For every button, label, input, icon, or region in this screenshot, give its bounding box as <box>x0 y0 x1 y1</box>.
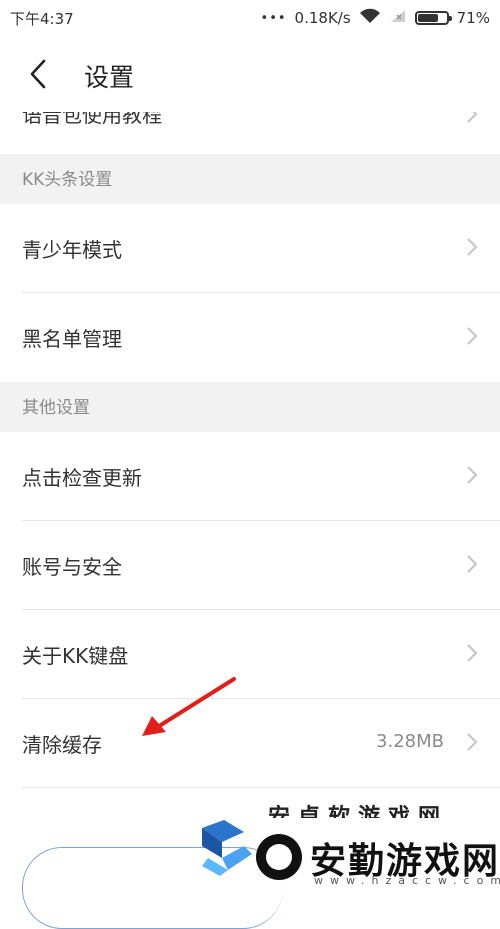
status-time: 下午4:37 <box>10 10 74 28</box>
chevron-right-icon <box>466 326 478 346</box>
watermark-top-text: 安卓软游戏网 <box>268 805 449 818</box>
chevron-right-icon <box>466 112 478 124</box>
list-item-blacklist[interactable]: 黑名单管理 <box>0 293 500 382</box>
chevron-right-icon <box>466 237 478 257</box>
more-dots-icon: ••• <box>260 10 287 26</box>
list-item-label: 语音包使用教程 <box>22 112 162 127</box>
cache-size-value: 3.28MB <box>376 731 444 752</box>
battery-icon <box>414 11 452 25</box>
section-header-kk-news: KK头条设置 <box>0 154 500 204</box>
chevron-right-icon <box>466 554 478 574</box>
title-bar: 设置 <box>0 36 500 112</box>
watermark-circle-icon <box>256 834 302 880</box>
list-item-label: 账号与安全 <box>22 555 122 579</box>
battery-fill <box>417 14 438 22</box>
list-item-check-update[interactable]: 点击检查更新 <box>0 432 500 521</box>
red-arrow-annotation <box>142 677 236 736</box>
watermark-url: www.hzaccw.com <box>314 874 500 887</box>
divider <box>22 787 500 788</box>
page-title: 设置 <box>84 63 135 92</box>
list-item-account-security[interactable]: 账号与安全 <box>0 521 500 610</box>
chevron-right-icon <box>466 732 478 752</box>
list-item-teen-mode[interactable]: 青少年模式 <box>0 204 500 293</box>
chevron-right-icon <box>466 465 478 485</box>
list-item-clear-cache[interactable]: 清除缓存 3.28MB <box>0 699 500 788</box>
wifi-icon <box>359 8 381 28</box>
back-arrow-icon[interactable] <box>22 56 58 92</box>
list-item-label: 关于KK键盘 <box>22 644 129 668</box>
signal-icon <box>389 9 407 27</box>
network-speed: 0.18K/s <box>294 9 351 27</box>
battery-percent: 71% <box>456 9 490 27</box>
section-header-other: 其他设置 <box>0 382 500 432</box>
status-right: ••• 0.18K/s 71% <box>261 8 490 28</box>
list-item-voice-tutorial[interactable]: 语音包使用教程 <box>0 112 500 154</box>
list-item-label: 黑名单管理 <box>22 327 122 351</box>
watermark-logo-icon <box>202 820 252 876</box>
status-bar: 下午4:37 ••• 0.18K/s 71% <box>0 0 500 36</box>
list-item-label: 青少年模式 <box>22 238 122 262</box>
list-item-label: 清除缓存 <box>22 733 102 757</box>
watermark: 安卓软游戏网 安勤游戏网 www.hzaccw.com <box>198 805 500 889</box>
list-item-about-kk[interactable]: 关于KK键盘 <box>0 610 500 699</box>
chevron-right-icon <box>466 643 478 663</box>
list-item-label: 点击检查更新 <box>22 466 142 490</box>
